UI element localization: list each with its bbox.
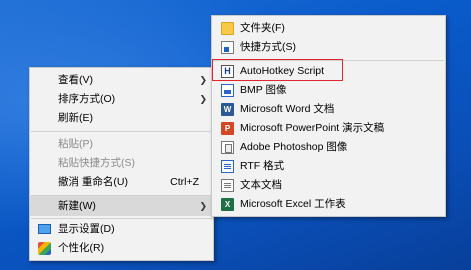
submenu-item-rtf[interactable]: RTF 格式 — [212, 157, 445, 176]
menu-separator — [31, 218, 212, 219]
menu-item-refresh[interactable]: 刷新(E) — [30, 109, 213, 128]
submenu-item-text-document[interactable]: 文本文档 — [212, 176, 445, 195]
shortcut-icon — [221, 41, 234, 54]
submenu-item-bmp-image[interactable]: BMP 图像 — [212, 81, 445, 100]
submenu-item-powerpoint-presentation[interactable]: P Microsoft PowerPoint 演示文稿 — [212, 119, 445, 138]
menu-item-view[interactable]: 查看(V) ❯ — [30, 71, 213, 90]
photoshop-icon — [221, 141, 234, 154]
menu-item-personalize[interactable]: 个性化(R) — [30, 239, 213, 258]
menu-item-label: BMP 图像 — [240, 84, 287, 96]
menu-item-label: 查看(V) — [58, 74, 93, 86]
chevron-right-icon: ❯ — [199, 75, 207, 85]
submenu-item-photoshop-image[interactable]: Adobe Photoshop 图像 — [212, 138, 445, 157]
annotation-highlight-box — [212, 59, 343, 81]
menu-item-label: 新建(W) — [58, 200, 96, 212]
chevron-right-icon: ❯ — [199, 94, 207, 104]
menu-item-label: 文本文档 — [240, 179, 282, 191]
desktop-context-menu: 查看(V) ❯ 排序方式(O) ❯ 刷新(E) 粘贴(P) 粘贴快捷方式(S) … — [29, 67, 214, 261]
rtf-icon — [221, 160, 234, 173]
menu-item-display-settings[interactable]: 显示设置(D) — [30, 220, 213, 239]
text-document-icon — [221, 179, 234, 192]
submenu-item-excel-worksheet[interactable]: X Microsoft Excel 工作表 — [212, 195, 445, 214]
menu-item-label: Microsoft Excel 工作表 — [240, 198, 346, 210]
folder-icon — [221, 22, 234, 35]
word-icon: W — [221, 103, 234, 116]
shortcut-text: Ctrl+Z — [170, 176, 199, 188]
menu-separator — [31, 131, 212, 132]
menu-item-label: Microsoft Word 文档 — [240, 103, 335, 115]
menu-item-label: 显示设置(D) — [58, 223, 115, 235]
menu-item-label: Adobe Photoshop 图像 — [240, 141, 348, 153]
menu-item-paste: 粘贴(P) — [30, 135, 213, 154]
menu-item-label: 撤消 重命名(U) — [58, 176, 128, 188]
menu-item-label: Microsoft PowerPoint 演示文稿 — [240, 122, 385, 134]
menu-item-label: RTF 格式 — [240, 160, 285, 172]
menu-item-label: 粘贴(P) — [58, 138, 93, 150]
submenu-item-shortcut[interactable]: 快捷方式(S) — [212, 38, 445, 57]
menu-item-label: 粘贴快捷方式(S) — [58, 157, 135, 169]
submenu-item-folder[interactable]: 文件夹(F) — [212, 19, 445, 38]
excel-icon: X — [221, 198, 234, 211]
menu-item-new[interactable]: 新建(W) ❯ — [30, 196, 213, 216]
personalize-icon — [38, 242, 51, 255]
menu-item-label: 个性化(R) — [58, 242, 105, 254]
menu-item-paste-shortcut: 粘贴快捷方式(S) — [30, 154, 213, 173]
submenu-item-word-document[interactable]: W Microsoft Word 文档 — [212, 100, 445, 119]
menu-item-label: 文件夹(F) — [240, 22, 285, 34]
menu-item-label: 刷新(E) — [58, 112, 93, 124]
menu-item-undo-rename[interactable]: 撤消 重命名(U) Ctrl+Z — [30, 173, 213, 192]
bmp-image-icon — [221, 84, 234, 97]
chevron-right-icon: ❯ — [199, 201, 207, 211]
powerpoint-icon: P — [221, 122, 234, 135]
new-submenu: 文件夹(F) 快捷方式(S) H AutoHotkey Script BMP 图… — [211, 15, 446, 217]
display-icon — [38, 224, 51, 234]
menu-item-sort-by[interactable]: 排序方式(O) ❯ — [30, 90, 213, 109]
menu-item-label: 快捷方式(S) — [240, 41, 296, 53]
menu-item-label: 排序方式(O) — [58, 93, 116, 105]
